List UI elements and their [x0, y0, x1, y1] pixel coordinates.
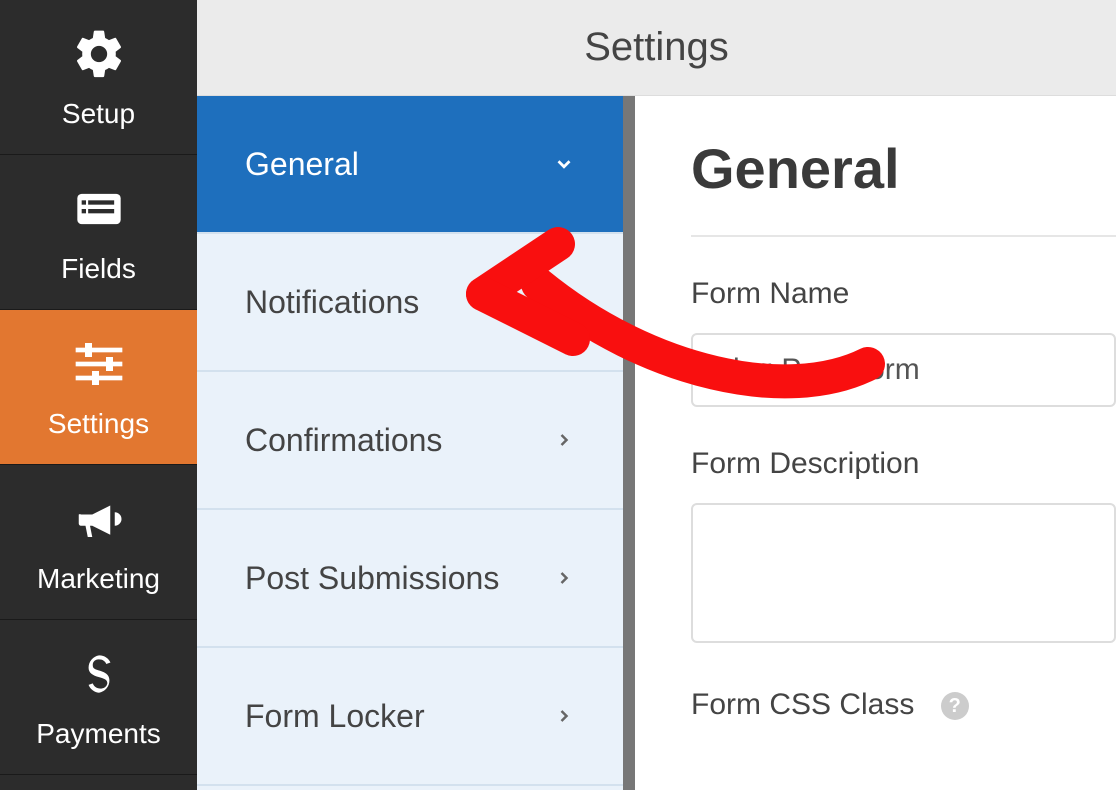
form-description-label: Form Description [691, 447, 1116, 481]
form-name-label: Form Name [691, 277, 1116, 311]
submenu-label: Confirmations [245, 422, 442, 459]
submenu-item-general[interactable]: General [197, 96, 623, 234]
nav-item-setup[interactable]: Setup [0, 0, 197, 155]
nav-item-fields[interactable]: Fields [0, 155, 197, 310]
submenu-label: Form Locker [245, 698, 425, 735]
submenu-label: General [245, 146, 359, 183]
chevron-right-icon [553, 429, 575, 451]
submenu-item-form-pages[interactable]: Form Pages [197, 786, 623, 790]
topbar: Settings [197, 0, 1116, 96]
nav-item-payments[interactable]: Payments [0, 620, 197, 775]
settings-submenu: General Notifications Confirmations Post… [197, 96, 635, 790]
page-title: Settings [584, 25, 729, 70]
bullhorn-icon [69, 489, 129, 549]
chevron-right-icon [553, 567, 575, 589]
help-icon[interactable]: ? [941, 692, 969, 720]
chevron-down-icon [553, 153, 575, 175]
form-description-input[interactable] [691, 503, 1116, 643]
submenu-item-notifications[interactable]: Notifications [197, 234, 623, 372]
nav-label: Fields [61, 253, 136, 285]
nav-label: Marketing [37, 563, 160, 595]
primary-nav: Setup Fields Settings Marketing Payments [0, 0, 197, 790]
form-css-label: Form CSS Class ? [691, 688, 1116, 722]
submenu-item-confirmations[interactable]: Confirmations [197, 372, 623, 510]
nav-item-settings[interactable]: Settings [0, 310, 197, 465]
nav-label: Setup [62, 98, 135, 130]
chevron-right-icon [553, 291, 575, 313]
nav-label: Settings [48, 408, 149, 440]
submenu-item-form-locker[interactable]: Form Locker [197, 648, 623, 786]
dollar-icon [69, 644, 129, 704]
nav-item-marketing[interactable]: Marketing [0, 465, 197, 620]
content-heading: General [691, 136, 1116, 201]
form-css-label-text: Form CSS Class [691, 688, 914, 721]
sliders-icon [69, 334, 129, 394]
settings-content: General Form Name Form Description Form … [635, 96, 1116, 790]
nav-label: Payments [36, 718, 161, 750]
list-icon [69, 179, 129, 239]
gear-icon [69, 24, 129, 84]
divider [691, 235, 1116, 237]
submenu-item-post-submissions[interactable]: Post Submissions [197, 510, 623, 648]
form-name-input[interactable] [691, 333, 1116, 407]
submenu-label: Notifications [245, 284, 419, 321]
chevron-right-icon [553, 705, 575, 727]
submenu-label: Post Submissions [245, 560, 499, 597]
